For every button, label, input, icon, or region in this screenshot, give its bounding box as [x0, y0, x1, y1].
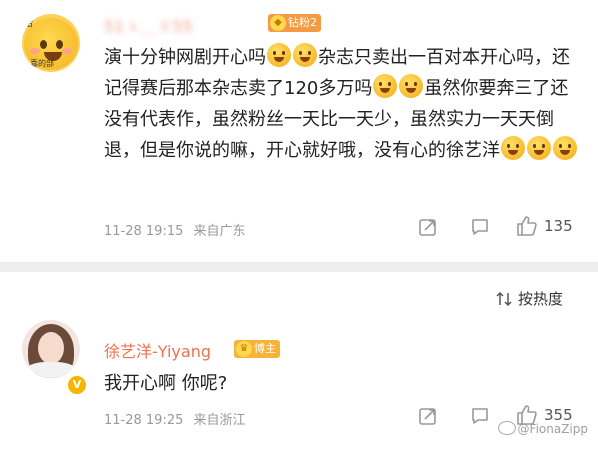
crown-icon: ♛	[236, 341, 252, 357]
like-count: 135	[544, 217, 573, 235]
comment-time: 11-28 19:15	[104, 224, 184, 239]
sort-icon	[496, 291, 512, 306]
avatar-face	[38, 332, 64, 364]
laugh-emoji-icon	[527, 136, 551, 160]
comment-time: 11-28 19:25	[104, 413, 184, 428]
comment-text: 我开心啊 你呢?	[104, 373, 228, 394]
eye-icon	[56, 40, 63, 49]
eye-icon	[40, 40, 47, 49]
avatar-shirt	[26, 362, 76, 378]
share-icon	[419, 219, 436, 236]
section-divider	[0, 262, 598, 272]
comment-button[interactable]	[470, 406, 490, 426]
diamond-icon: ◆	[270, 15, 286, 31]
comment-source: 来自浙江	[193, 413, 246, 428]
avatar[interactable]: 哈 喜的部	[22, 14, 80, 72]
smile-emoji-icon	[553, 136, 577, 160]
comment-meta: 11-28 19:25 来自浙江	[104, 409, 246, 428]
comment-icon	[472, 219, 488, 235]
comment-button[interactable]	[470, 217, 490, 237]
username[interactable]: 徐艺洋-Yiyang	[104, 338, 211, 362]
avatar-text: 喜的部	[30, 59, 54, 68]
laugh-emoji-icon	[293, 43, 317, 67]
share-button[interactable]	[418, 217, 438, 237]
laugh-emoji-icon	[373, 74, 398, 98]
badge-label: 博主	[254, 342, 276, 355]
thumbs-up-icon	[517, 216, 537, 236]
laugh-emoji-icon	[267, 43, 291, 67]
laugh-emoji-icon	[399, 74, 424, 98]
like-button[interactable]: 135	[516, 215, 573, 237]
sort-label: 按热度	[518, 290, 564, 308]
fan-badge: ◆ 钻粉2	[268, 14, 321, 32]
comment-text: 演十分钟网剧开心吗 杂志只卖出一百对本开心吗，还记得赛后那本杂志卖了120多万吗虽…	[104, 42, 582, 166]
comment-meta: 11-28 19:15 来自广东	[104, 220, 246, 239]
comment-icon	[472, 408, 488, 424]
cheek-icon	[30, 48, 40, 54]
avatar-text: 哈	[24, 19, 34, 29]
share-button[interactable]	[418, 406, 438, 426]
avatar[interactable]	[22, 320, 80, 378]
cheek-icon	[62, 48, 72, 54]
weibo-logo-icon	[497, 421, 516, 435]
watermark: @FionaZipp	[497, 421, 588, 436]
watermark-text: @FionaZipp	[517, 422, 588, 436]
share-icon	[419, 408, 436, 425]
verified-icon: V	[66, 374, 88, 396]
badge-label: 钻粉2	[288, 16, 317, 29]
author-badge: ♛ 博主	[234, 340, 280, 358]
laugh-emoji-icon	[501, 136, 525, 160]
comment-card: 按热度 V 徐艺洋-Yiyang ♛ 博主 我开心啊 你呢? 11-28 19:…	[0, 272, 598, 450]
comment-text-part: 演十分钟网剧开心吗	[104, 47, 266, 68]
comment-source: 来自广东	[193, 224, 246, 239]
comment-card: 哈 喜的部 51ゝ＿ゞ55 ◆ 钻粉2 演十分钟网剧开心吗 杂志只卖出一百对本开心…	[0, 0, 598, 262]
username[interactable]: 51ゝ＿ゞ55	[104, 13, 193, 37]
sort-by-hot-button[interactable]: 按热度	[496, 288, 563, 309]
